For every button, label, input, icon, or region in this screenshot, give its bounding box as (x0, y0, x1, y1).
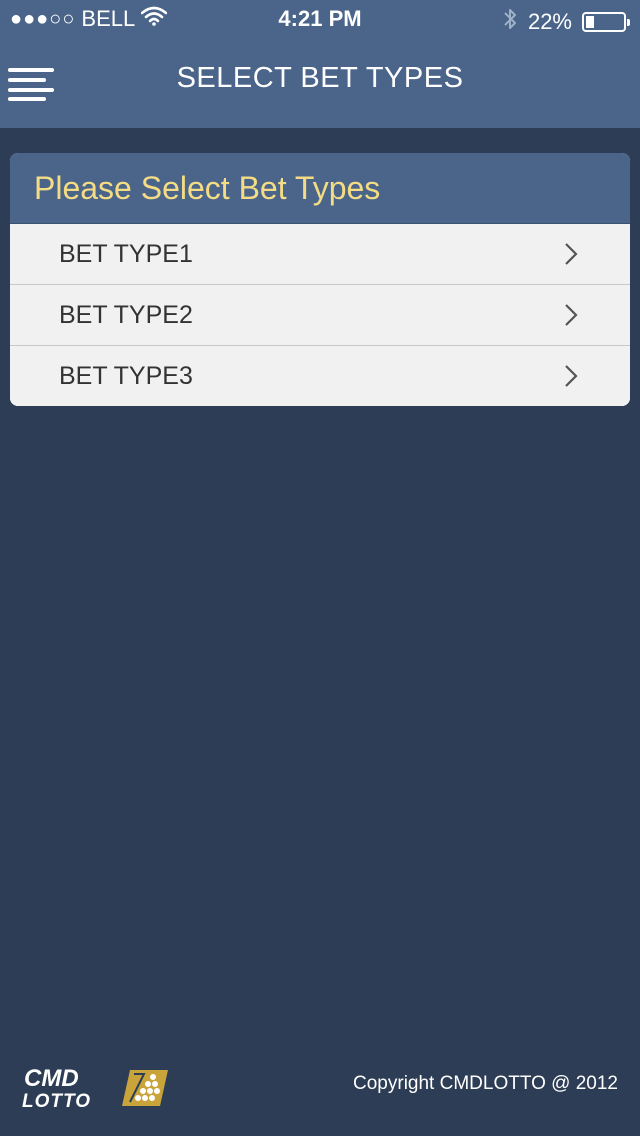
chevron-right-icon (560, 303, 582, 327)
chevron-right-icon (560, 364, 582, 388)
bet-type-label: BET TYPE2 (59, 301, 193, 329)
bluetooth-icon (502, 6, 518, 38)
status-right: 22% (502, 6, 630, 38)
bet-type-row-1[interactable]: BET TYPE1 (10, 224, 630, 285)
status-bar: ●●●○○ BELL 4:21 PM 22% (0, 0, 640, 40)
bet-type-row-3[interactable]: BET TYPE3 (10, 346, 630, 406)
cmdlotto-logo: CMD LOTTO (22, 1064, 172, 1112)
copyright-text: Copyright CMDLOTTO @ 2012 (353, 1073, 618, 1094)
bet-types-card: Please Select Bet Types BET TYPE1 BET TY… (10, 153, 630, 406)
chevron-right-icon (560, 242, 582, 266)
top-bar: ●●●○○ BELL 4:21 PM 22% SELECT BET TYPES (0, 0, 640, 128)
bet-type-row-2[interactable]: BET TYPE2 (10, 285, 630, 346)
svg-text:LOTTO: LOTTO (22, 1091, 91, 1110)
battery-icon (582, 12, 630, 32)
svg-text:CMD: CMD (24, 1065, 79, 1092)
battery-percent: 22% (527, 9, 572, 34)
battery-level (586, 16, 594, 28)
bet-type-label: BET TYPE1 (59, 240, 193, 268)
card-header: Please Select Bet Types (10, 153, 630, 224)
bet-type-label: BET TYPE3 (59, 362, 193, 390)
page-title: SELECT BET TYPES (176, 62, 464, 94)
